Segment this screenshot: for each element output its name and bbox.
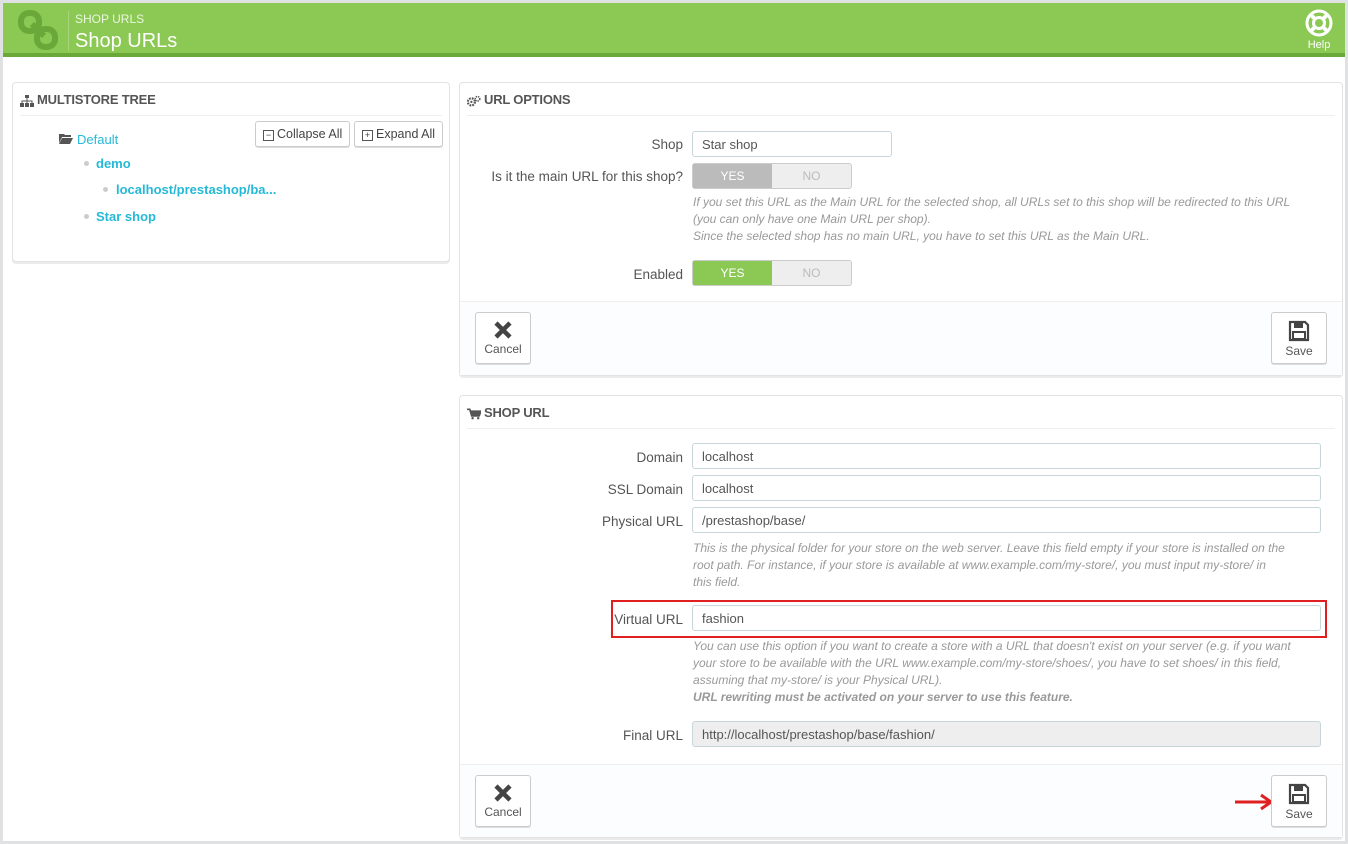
panel-heading: MULTISTORE TREE — [20, 83, 442, 116]
help-line-bold: URL rewriting must be activated on your … — [693, 690, 1073, 704]
tree-bullet — [84, 161, 89, 166]
help-line: This is the physical folder for your sto… — [693, 541, 1285, 555]
url-options-panel: URL OPTIONS Shop Star shop Is it the mai… — [459, 82, 1343, 376]
close-icon — [494, 784, 512, 802]
main-url-label: Is it the main URL for this shop? — [491, 169, 683, 184]
shop-url-title: SHOP URL — [484, 405, 550, 420]
arrow-right-icon — [1235, 793, 1274, 811]
enabled-label: Enabled — [633, 267, 683, 282]
domain-input[interactable]: localhost — [692, 443, 1321, 469]
folder-open-icon — [59, 134, 73, 144]
panel-heading: SHOP URL — [467, 396, 1335, 429]
shop-label: Shop — [651, 137, 683, 152]
page-header: SHOP URLS Shop URLs Help — [3, 3, 1345, 57]
panel-footer: Cancel Save — [460, 301, 1342, 375]
minus-square-icon: − — [263, 130, 274, 141]
main-url-toggle[interactable]: YES NO — [692, 163, 852, 189]
virtual-url-label: Virtual URL — [614, 612, 683, 627]
save-button[interactable]: Save — [1271, 775, 1327, 827]
cancel-button[interactable]: Cancel — [475, 312, 531, 364]
help-line: (you can only have one Main URL per shop… — [693, 212, 931, 226]
expand-label: Expand All — [376, 127, 436, 141]
shopping-cart-icon — [467, 408, 481, 419]
physical-url-label: Physical URL — [601, 514, 683, 529]
collapse-label: Collapse All — [277, 127, 343, 141]
panel-footer: Cancel Save — [460, 764, 1342, 837]
save-icon — [1288, 783, 1310, 805]
ssl-domain-input[interactable]: localhost — [692, 475, 1321, 501]
main-url-no[interactable]: NO — [772, 164, 851, 188]
tree-shop-star[interactable]: Star shop — [96, 209, 156, 224]
tree-shop-demo[interactable]: demo — [96, 156, 131, 171]
panel-heading: URL OPTIONS — [467, 83, 1335, 116]
enabled-toggle[interactable]: YES NO — [692, 260, 852, 286]
tree-title: MULTISTORE TREE — [37, 92, 156, 107]
collapse-all-button[interactable]: − Collapse All — [255, 121, 351, 147]
sitemap-icon — [20, 94, 34, 107]
main-url-help: If you set this URL as the Main URL for … — [693, 194, 1290, 245]
physical-url-help: This is the physical folder for your sto… — [693, 540, 1285, 591]
cogs-icon — [467, 95, 481, 107]
expand-all-button[interactable]: + Expand All — [354, 121, 444, 147]
help-line: root path. For instance, if your store i… — [693, 558, 1266, 572]
multistore-tree-panel: MULTISTORE TREE − Collapse All + Expand Al… — [12, 82, 450, 262]
save-button[interactable]: Save — [1271, 312, 1327, 364]
breadcrumb[interactable]: SHOP URLS — [75, 12, 144, 26]
tree-url-localhost[interactable]: localhost/prestashop/ba... — [116, 182, 276, 197]
header-divider — [68, 11, 69, 51]
url-options-title: URL OPTIONS — [484, 92, 571, 107]
virtual-url-input[interactable]: fashion — [692, 605, 1321, 631]
help-line: assuming that my-store/ is your Physical… — [693, 673, 943, 687]
close-icon — [494, 321, 512, 339]
lifebuoy-icon — [1305, 9, 1333, 37]
shop-select[interactable]: Star shop — [692, 131, 892, 157]
help-button[interactable]: Help — [1303, 9, 1335, 51]
help-line: this field. — [693, 575, 741, 589]
save-label: Save — [1285, 344, 1313, 358]
save-label: Save — [1285, 807, 1313, 821]
domain-label: Domain — [636, 450, 683, 465]
tree-group-default[interactable]: Default — [77, 132, 118, 147]
plus-square-icon: + — [362, 130, 373, 141]
tree-bullet — [103, 187, 108, 192]
help-line: Since the selected shop has no main URL,… — [693, 229, 1150, 243]
ssl-domain-label: SSL Domain — [607, 482, 683, 497]
enabled-no[interactable]: NO — [772, 261, 851, 285]
help-label: Help — [1307, 39, 1331, 51]
help-line: If you set this URL as the Main URL for … — [693, 195, 1291, 209]
tree-bullet — [84, 214, 89, 219]
save-icon — [1288, 320, 1310, 342]
link-chain-icon — [18, 10, 58, 50]
main-url-yes[interactable]: YES — [693, 164, 772, 188]
cancel-button[interactable]: Cancel — [475, 775, 531, 827]
help-line: your store to be available with the URL … — [693, 656, 1282, 670]
cancel-label: Cancel — [484, 342, 522, 356]
cancel-label: Cancel — [484, 805, 522, 819]
final-url-label: Final URL — [622, 728, 683, 743]
final-url-field: http://localhost/prestashop/base/fashion… — [692, 721, 1321, 747]
shop-url-panel: SHOP URL Domain localhost SSL Domain loc… — [459, 395, 1343, 838]
page-title: Shop URLs — [75, 30, 178, 52]
physical-url-input[interactable]: /prestashop/base/ — [692, 507, 1321, 533]
virtual-url-help: You can use this option if you want to c… — [693, 638, 1291, 706]
enabled-yes[interactable]: YES — [693, 261, 772, 285]
help-line: You can use this option if you want to c… — [693, 639, 1291, 653]
